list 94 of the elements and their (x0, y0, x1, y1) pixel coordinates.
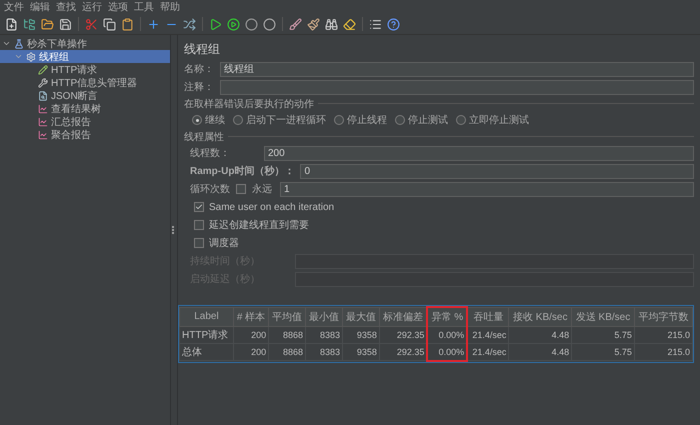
table-cell: 5.75 (572, 326, 634, 344)
menu-item[interactable]: 查找 (56, 0, 76, 14)
section-title: 线程属性 (184, 130, 224, 144)
menu-item[interactable]: 帮助 (160, 0, 180, 14)
column-header[interactable]: 标准偏差 (379, 307, 428, 326)
table-cell: 9358 (342, 326, 380, 344)
radio-option[interactable]: 停止测试 (395, 113, 448, 127)
checkbox[interactable] (194, 220, 204, 230)
field-label: 线程数： (190, 146, 231, 160)
chart-icon (38, 116, 48, 126)
menu-item[interactable]: 选项 (108, 0, 128, 14)
field-label: 注释： (184, 80, 214, 94)
paste-icon[interactable] (120, 16, 135, 32)
checkbox-label: 永远 (252, 182, 273, 196)
chart-icon (38, 130, 48, 140)
checkbox-label: 调度器 (209, 236, 239, 250)
tree-item[interactable]: JSON断言 (0, 89, 170, 102)
copy-icon[interactable] (102, 16, 117, 32)
column-header[interactable]: 平均字节数 (634, 307, 692, 326)
table-cell: HTTP请求 (180, 326, 234, 344)
table-cell: 8868 (268, 344, 306, 360)
field-label: 循环次数 (190, 182, 230, 196)
checkbox-label: Same user on each iteration (209, 202, 334, 212)
table-cell: 200 (233, 326, 269, 344)
table-cell: 9358 (342, 344, 380, 360)
table-cell: 0.00% (427, 344, 468, 360)
column-header[interactable]: 吞吐量 (467, 307, 509, 326)
document-search-icon (38, 90, 48, 100)
table-cell: 215.0 (634, 326, 692, 344)
save-icon[interactable] (58, 16, 73, 32)
column-header[interactable]: # 样本 (233, 307, 269, 326)
comment-field[interactable] (220, 80, 694, 94)
table-cell: 200 (233, 344, 269, 360)
splitter-grip-icon[interactable] (172, 226, 176, 234)
column-header[interactable]: Label (180, 307, 234, 326)
search-icon[interactable] (324, 16, 339, 32)
menu-item[interactable]: 文件 (4, 0, 24, 14)
menu-item[interactable]: 编辑 (30, 0, 50, 14)
tree-item[interactable]: HTTP信息头管理器 (0, 76, 170, 89)
help-icon[interactable] (386, 16, 401, 32)
table-cell: 8383 (306, 326, 342, 344)
name-field[interactable]: 线程组 (220, 62, 694, 76)
table-cell: 8383 (306, 344, 342, 360)
thread-count-field[interactable]: 200 (264, 146, 694, 160)
tree-item[interactable]: 线程组 (0, 50, 170, 63)
radio-icon[interactable] (456, 115, 466, 125)
table-cell: 4.48 (508, 326, 572, 344)
radio-option[interactable]: 停止线程 (334, 113, 387, 127)
radio-icon[interactable] (334, 115, 344, 125)
checkbox-label: 延迟创建线程直到需要 (209, 218, 309, 232)
table-cell: 21.4/sec (467, 326, 509, 344)
table-cell: 4.48 (508, 344, 572, 360)
checkbox[interactable] (236, 184, 246, 194)
radio-option[interactable]: 继续 (192, 113, 225, 127)
menu-item[interactable]: 运行 (82, 0, 102, 14)
wrench-icon (38, 78, 48, 88)
column-header[interactable]: 接收 KB/sec (508, 307, 572, 326)
table-cell: 总体 (180, 344, 234, 360)
ramp-up-field[interactable]: 0 (300, 164, 694, 178)
column-header[interactable]: 异常 % (427, 307, 468, 326)
loop-count-field[interactable]: 1 (280, 182, 694, 196)
radio-icon[interactable] (395, 115, 405, 125)
table-cell: 5.75 (572, 344, 634, 360)
checkbox[interactable] (194, 238, 204, 248)
start-icon[interactable] (208, 16, 223, 32)
checkbox[interactable] (194, 202, 204, 212)
open-folder-icon[interactable] (40, 16, 55, 32)
chart-icon (38, 104, 48, 114)
flask-icon (14, 38, 24, 48)
tree-item[interactable]: 汇总报告 (0, 115, 170, 128)
tree-item[interactable]: 秒杀下单操作 (0, 37, 170, 50)
pencil-icon (38, 64, 48, 74)
column-header[interactable]: 发送 KB/sec (572, 307, 634, 326)
field-label: Ramp-Up时间（秒）： (190, 164, 294, 178)
column-header[interactable]: 最大值 (342, 307, 380, 326)
menu-item[interactable]: 工具 (134, 0, 154, 14)
section-title: 在取样器错误后要执行的动作 (184, 98, 314, 110)
radio-option[interactable]: 立即停止测试 (456, 113, 529, 127)
field-label: 名称： (184, 62, 214, 76)
tree-item[interactable]: 聚合报告 (0, 128, 170, 141)
radio-icon[interactable] (233, 115, 243, 125)
panel-title: 线程组 (184, 40, 221, 58)
new-file-icon[interactable] (4, 16, 19, 32)
tree-item[interactable]: HTTP请求 (0, 63, 170, 76)
table-cell: 215.0 (634, 344, 692, 360)
table-cell: 0.00% (427, 326, 468, 344)
gear-icon (26, 52, 36, 62)
column-header[interactable]: 最小值 (306, 307, 342, 326)
table-cell: 21.4/sec (467, 344, 509, 360)
radio-option[interactable]: 启动下一进程循环 (233, 113, 326, 127)
table-cell: 8868 (268, 326, 306, 344)
tree-item[interactable]: 查看结果树 (0, 102, 170, 115)
column-header[interactable]: 平均值 (268, 307, 306, 326)
radio-icon[interactable] (192, 115, 202, 125)
